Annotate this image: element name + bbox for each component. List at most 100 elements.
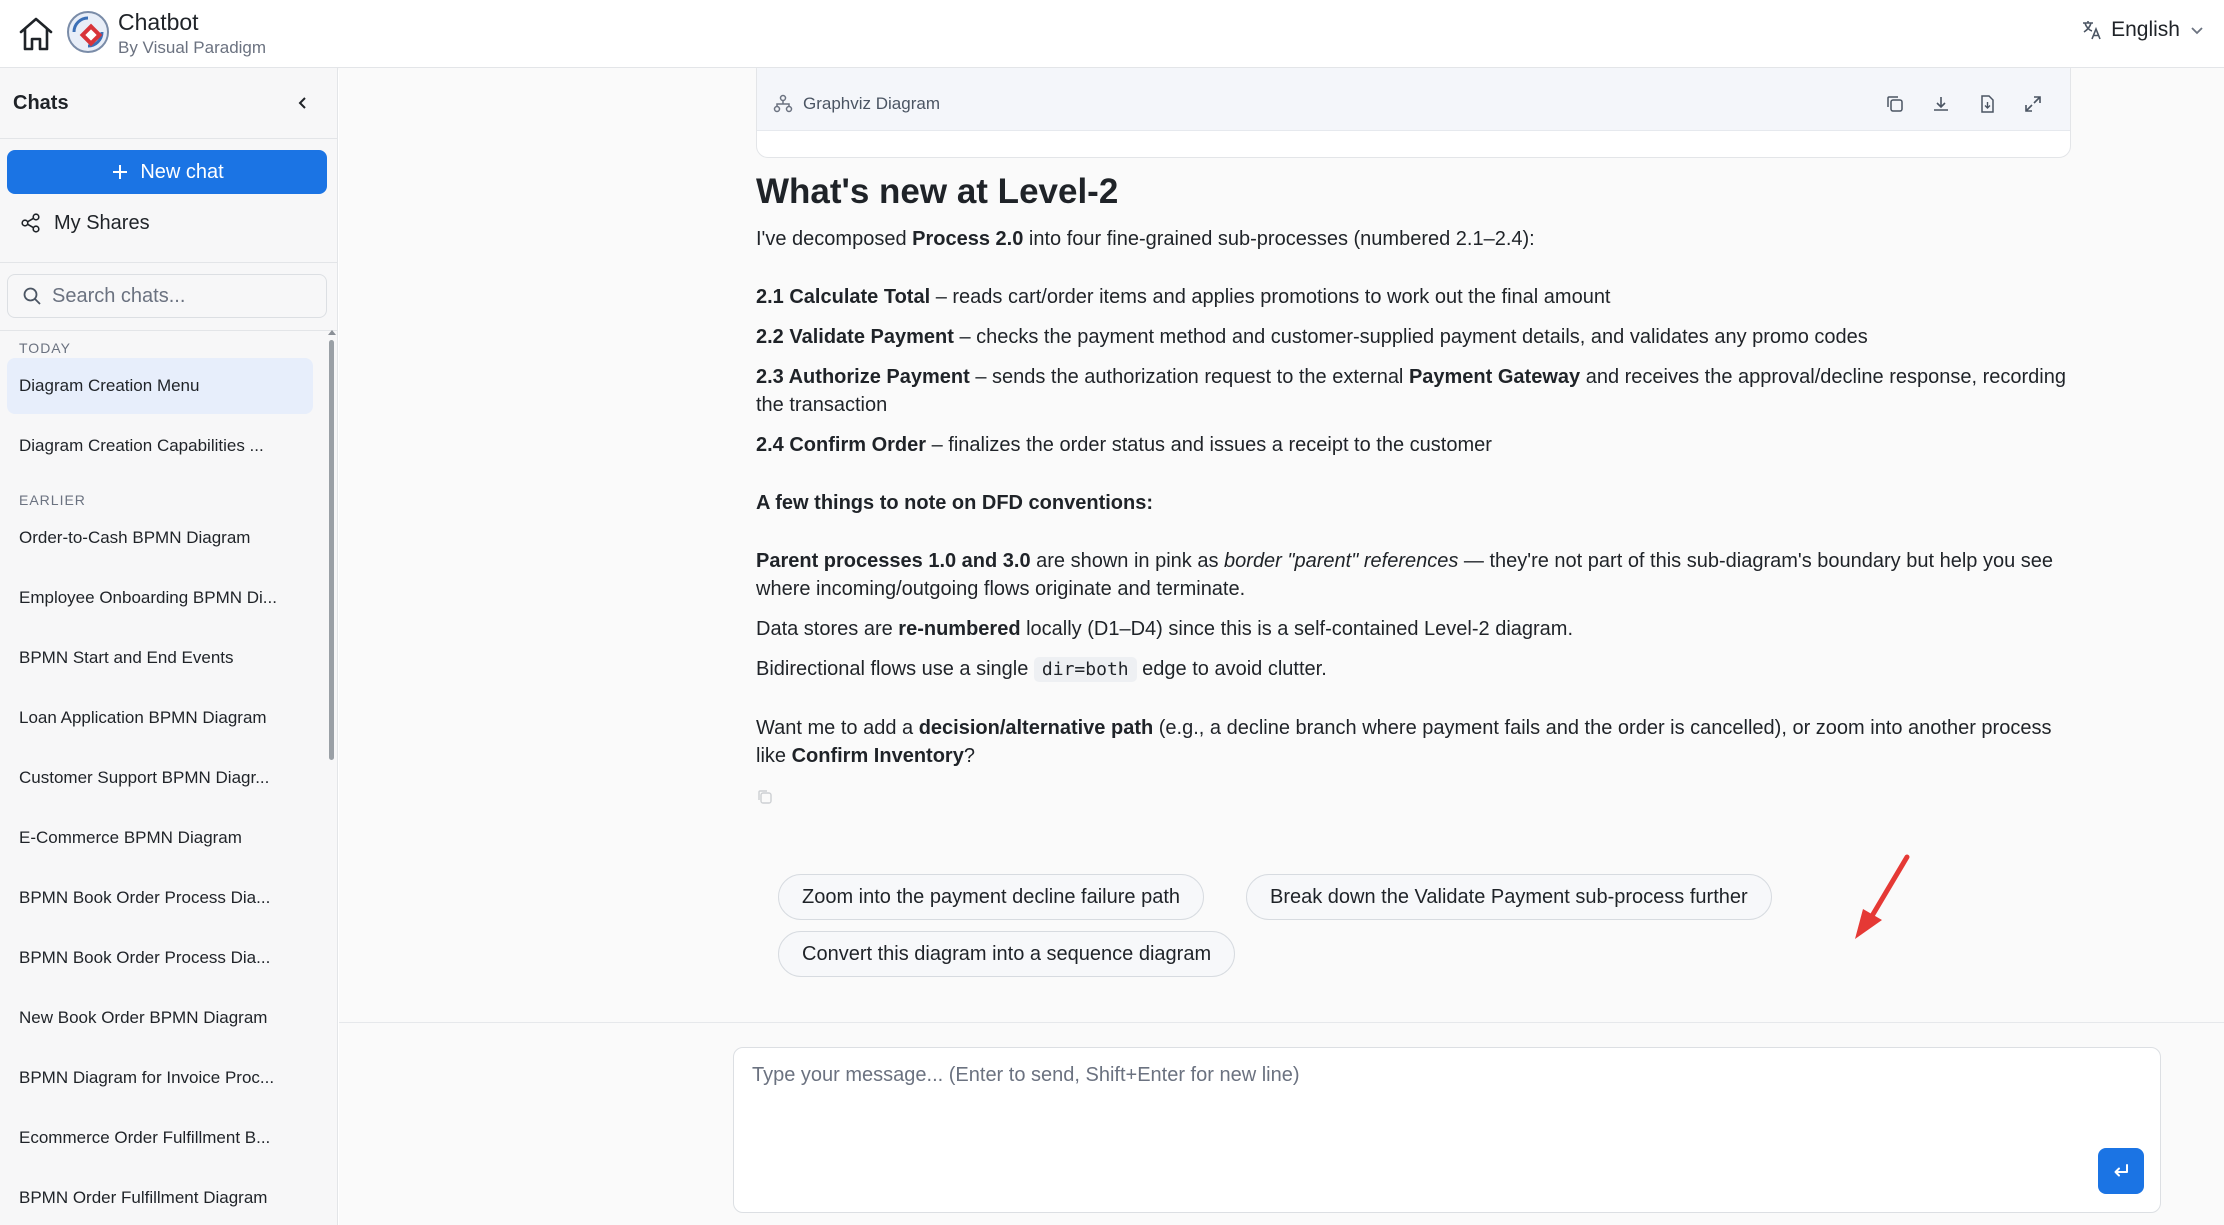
- send-button[interactable]: [2098, 1148, 2144, 1194]
- new-chat-label: New chat: [140, 160, 224, 183]
- chat-history-item[interactable]: Loan Application BPMN Diagram: [7, 690, 313, 746]
- note-text: Data stores are: [756, 618, 899, 640]
- chat-history-item[interactable]: BPMN Book Order Process Dia...: [7, 870, 313, 926]
- section-label-today: TODAY: [19, 340, 71, 356]
- subprocess-desc: – finalizes the order status and issues …: [926, 434, 1492, 456]
- notes-heading: A few things to note on DFD conventions:: [756, 489, 2076, 517]
- chat-history-item[interactable]: New Book Order BPMN Diagram: [7, 990, 313, 1046]
- subprocess-desc: – checks the payment method and customer…: [953, 326, 1868, 348]
- export-diagram-button[interactable]: [1974, 91, 2000, 117]
- enter-icon: [2114, 1164, 2128, 1177]
- subprocess-item: 2.1 Calculate Total – reads cart/order i…: [756, 283, 2076, 311]
- inline-code: dir=both: [1033, 657, 1137, 682]
- composer-bar: [339, 1022, 2224, 1225]
- subprocess-desc: – reads cart/order items and applies pro…: [930, 286, 1611, 308]
- scrollbar-thumb[interactable]: [329, 340, 334, 760]
- subprocess-name: 2.2 Validate Payment: [756, 326, 954, 348]
- chat-list: TODAY Diagram Creation Menu Diagram Creati…: [0, 330, 338, 1225]
- note-text: are shown in pink as: [1030, 550, 1225, 572]
- language-selector[interactable]: English: [2081, 18, 2206, 42]
- home-icon: [19, 17, 53, 51]
- chevron-left-icon: [298, 97, 306, 109]
- chat-history-item[interactable]: Diagram Creation Capabilities ...: [7, 418, 313, 474]
- search-icon: [23, 287, 41, 305]
- sidebar: Chats New chat My Shares TODAYDiagram C: [0, 68, 338, 1225]
- intro-text-end: into four fine-grained sub-processes (nu…: [1023, 228, 1535, 250]
- plus-icon: [113, 165, 128, 179]
- suggestion-chip[interactable]: Convert this diagram into a sequence dia…: [778, 931, 1236, 977]
- note-item: Parent processes 1.0 and 3.0 are shown i…: [756, 547, 2076, 603]
- note-bold: Parent processes 1.0 and 3.0: [756, 550, 1031, 572]
- chat-history-item[interactable]: Ecommerce Order Fulfillment B...: [7, 1110, 313, 1166]
- fullscreen-diagram-button[interactable]: [2020, 91, 2046, 117]
- diagram-card-header: Graphviz Diagram: [757, 68, 2070, 131]
- chat-history-item[interactable]: Order-to-Cash BPMN Diagram: [7, 510, 313, 566]
- subprocess-item: 2.4 Confirm Order – finalizes the order …: [756, 431, 2076, 459]
- subprocess-name: 2.4 Confirm Order: [756, 434, 927, 456]
- chat-history-item[interactable]: Customer Support BPMN Diagr...: [7, 750, 313, 806]
- intro-text: I've decomposed: [756, 228, 913, 250]
- section-label-earlier: EARLIER: [19, 492, 86, 508]
- divider: [0, 138, 338, 139]
- suggestion-chip[interactable]: Break down the Validate Payment sub-proc…: [1246, 874, 1772, 920]
- brand: Chatbot By Visual Paradigm: [118, 9, 266, 59]
- export-icon: [1981, 95, 1994, 113]
- note-bold: re-numbered: [898, 618, 1021, 640]
- download-diagram-button[interactable]: [1928, 91, 1954, 117]
- note-text-end: edge to avoid clutter.: [1136, 658, 1327, 680]
- chat-main: Graphviz Diagram What's new at Level-2 I…: [339, 68, 2224, 1022]
- closing-paragraph: Want me to add a decision/alternative pa…: [756, 714, 2076, 770]
- chat-history-item[interactable]: BPMN Start and End Events: [7, 630, 313, 686]
- diagram-icon: [773, 94, 793, 112]
- chevron-down-icon: [2191, 27, 2203, 35]
- copy-message-icon[interactable]: [756, 788, 774, 806]
- copy-icon: [1887, 96, 1903, 112]
- fullscreen-icon: [2025, 96, 2041, 112]
- scroll-up-arrow[interactable]: [328, 330, 336, 335]
- chat-history-item[interactable]: BPMN Diagram for Invoice Proc...: [7, 1050, 313, 1106]
- subprocess-item: 2.3 Authorize Payment – sends the author…: [756, 363, 2076, 419]
- note-italic: border "parent" references: [1224, 550, 1459, 572]
- search-chats: [7, 274, 327, 318]
- closing-text: Want me to add a: [756, 717, 919, 739]
- collapse-sidebar-button[interactable]: [288, 88, 318, 118]
- diagram-card: Graphviz Diagram: [756, 68, 2071, 158]
- note-text-end: locally (D1–D4) since this is a self-con…: [1020, 618, 1574, 640]
- subprocess-item: 2.2 Validate Payment – checks the paymen…: [756, 323, 2076, 351]
- chat-history-item[interactable]: Diagram Creation Menu: [7, 358, 313, 414]
- copy-diagram-button[interactable]: [1882, 91, 1908, 117]
- suggestion-chip[interactable]: Zoom into the payment decline failure pa…: [778, 874, 1204, 920]
- chat-history-item[interactable]: BPMN Order Fulfillment Diagram: [7, 1170, 313, 1225]
- my-shares-link[interactable]: My Shares: [20, 206, 150, 240]
- home-button[interactable]: [14, 12, 58, 56]
- app-title: Chatbot: [118, 9, 199, 35]
- divider: [0, 262, 338, 263]
- note-item: Data stores are re-numbered locally (D1–…: [756, 615, 2076, 643]
- share-icon: [21, 213, 40, 233]
- chat-list-scrollbar[interactable]: [327, 330, 336, 1225]
- note-text: Bidirectional flows use a single: [756, 658, 1034, 680]
- closing-bold: decision/alternative path: [918, 717, 1154, 739]
- my-shares-label: My Shares: [54, 211, 150, 234]
- language-label: English: [2111, 18, 2180, 41]
- subprocess-name: 2.3 Authorize Payment: [756, 366, 970, 388]
- annotation-arrow: [1855, 854, 1910, 939]
- chat-history-item[interactable]: Employee Onboarding BPMN Di...: [7, 570, 313, 626]
- diagram-title: Graphviz Diagram: [803, 93, 940, 113]
- message-heading: What's new at Level-2: [756, 172, 1119, 211]
- app-subtitle: By Visual Paradigm: [118, 38, 267, 57]
- external-entity-name: Payment Gateway: [1408, 366, 1581, 388]
- search-input[interactable]: [52, 284, 312, 308]
- composer: [733, 1047, 2161, 1213]
- new-chat-button[interactable]: New chat: [7, 150, 327, 194]
- intro-bold: Process 2.0: [912, 228, 1024, 250]
- subprocess-name: 2.1 Calculate Total: [756, 286, 931, 308]
- chat-history-item[interactable]: E-Commerce BPMN Diagram: [7, 810, 313, 866]
- sidebar-header: Chats: [0, 68, 338, 138]
- assistant-message: What's new at Level-2 I've decomposed Pr…: [756, 171, 2076, 811]
- sidebar-title: Chats: [13, 91, 69, 114]
- intro-paragraph: I've decomposed Process 2.0 into four fi…: [756, 225, 2076, 253]
- chat-history-item[interactable]: BPMN Book Order Process Dia...: [7, 930, 313, 986]
- visual-paradigm-logo: [67, 11, 109, 53]
- message-input[interactable]: [752, 1064, 2092, 1184]
